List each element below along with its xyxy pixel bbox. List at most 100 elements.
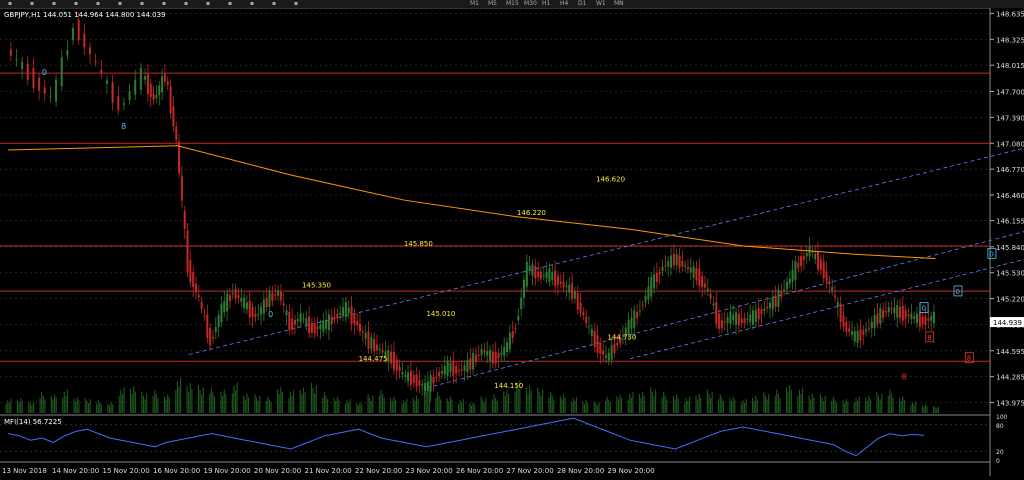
marker-box-label: 0 [989,250,993,258]
volume-bar [244,399,246,413]
volume-bar [265,400,267,413]
volume-bar [315,385,317,413]
volume-bar [752,397,754,413]
timeframe-h1[interactable]: H1 [542,0,550,8]
volume-bar [448,400,450,413]
candle-body [887,306,890,313]
arrow-up-icon[interactable]: ▪ [250,0,254,8]
candle-body [879,308,882,324]
candle-body [370,337,373,349]
candle-body [460,369,463,371]
volume-bar [525,387,527,413]
vline-icon[interactable]: ▪ [52,0,56,8]
timeframe-mn[interactable]: MN [614,0,624,8]
candle-body [644,296,647,303]
timeframe-h4[interactable]: H4 [560,0,568,8]
volume-bar [474,404,476,413]
channel-icon[interactable]: ▪ [118,0,122,8]
period-icon[interactable]: ▪ [272,0,276,8]
timeframe-m30[interactable]: M30 [524,0,537,8]
volume-bar [595,403,597,413]
fibo-icon[interactable]: ▪ [140,0,144,8]
volume-bar [756,399,758,413]
candle-body [189,260,192,282]
volume-bar [572,398,574,413]
volume-bar [562,394,565,413]
volume-bar [42,395,44,413]
candle-body [686,266,689,269]
timeframe-d1[interactable]: D1 [578,0,586,8]
trendline-icon[interactable]: ▪ [96,0,100,8]
volume-bar [349,399,351,413]
candle-body [83,33,86,48]
volume-bar [325,395,327,413]
candle-body [805,253,808,257]
candle-body [531,264,534,276]
candle-body [228,295,231,302]
volume-bar [323,392,325,413]
candle-body [559,281,562,284]
volume-bar [921,405,923,413]
candle-body [746,319,749,321]
arrow-icon[interactable]: ▪ [206,0,210,8]
candle-body [706,288,709,292]
candle-body [21,61,24,69]
candle-body [927,318,930,321]
hline-icon[interactable]: ▪ [74,0,78,8]
candle-body [375,344,378,350]
volume-bar [435,397,437,413]
candle-body [800,256,803,267]
candle-body [435,376,438,378]
candle-body [361,331,364,333]
candle-body [364,332,367,339]
volume-bar [496,400,498,413]
timeframe-m5[interactable]: M5 [488,0,497,8]
text-icon[interactable]: ▪ [162,0,166,8]
volume-bar [934,407,936,413]
timeframe-m15[interactable]: M15 [506,0,519,8]
volume-bar [650,387,652,413]
volume-bar [348,402,350,413]
volume-bar [721,397,723,413]
volume-bar [406,399,408,413]
volume-bar [598,402,600,413]
candle-body [853,331,856,342]
label-icon[interactable]: ▪ [184,0,188,8]
symbol-header: GBPJPY,H1 144.051 144.964 144.800 144.03… [4,11,166,19]
zoom-icon[interactable]: ▪ [294,0,298,8]
time-tick-label: 26 Nov 20:00 [456,467,503,475]
candle-body [72,28,75,41]
candle-body [607,352,610,361]
candle-body [163,74,166,82]
arrow-down-icon[interactable]: ▪ [228,0,232,8]
volume-bar [427,396,429,413]
candle-body [585,316,588,324]
crosshair-icon[interactable]: ▪ [30,0,34,8]
volume-bar [87,403,90,413]
candle-body [839,303,842,322]
volume-bar [530,390,532,413]
volume-bar [76,397,78,413]
volume-bar [134,391,136,413]
candle-body [94,61,97,63]
volume-bar [480,396,482,413]
candle-body [432,376,435,384]
volume-bar [731,400,733,413]
candle-body [845,321,848,332]
candle-body [418,380,421,386]
candle-body [568,284,571,293]
candle-body [831,286,834,291]
volume-bar [8,402,10,413]
timeframe-m1[interactable]: M1 [470,0,479,8]
candle-body [55,79,58,102]
timeframe-w1[interactable]: W1 [596,0,606,8]
volume-bar [587,402,589,413]
candle-body [480,348,483,356]
candle-body [537,271,540,277]
volume-bar [663,392,665,413]
mfi-level-label: 100 [996,414,1008,421]
candle-body [899,306,902,318]
cursor-icon[interactable]: ▪ [8,0,12,8]
candle-body [602,350,605,355]
volume-bar [923,406,925,413]
